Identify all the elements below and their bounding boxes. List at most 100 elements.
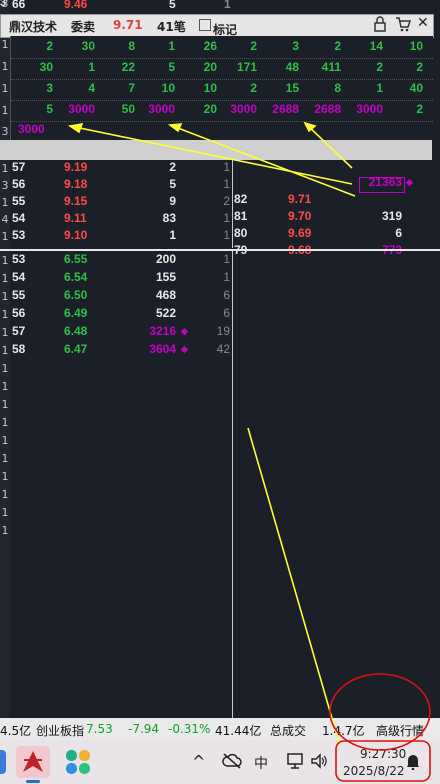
advanced-quotes-button[interactable]: 高级行情 (376, 722, 424, 739)
clock-time[interactable]: 9:27:30 (360, 747, 406, 761)
order-queue-cell[interactable]: 2 (13, 39, 53, 53)
cloud-off-icon[interactable] (222, 752, 242, 774)
left-rail-number: 1 (1, 524, 9, 537)
buy-row[interactable]: 55 6.50 468 6 (0, 288, 232, 306)
order-queue-cell[interactable]: 30 (13, 60, 53, 74)
order-queue-cell[interactable]: 2 (383, 60, 423, 74)
order-queue-cell[interactable]: 2 (383, 102, 423, 116)
left-rail-number: 1 (1, 452, 9, 465)
order-queue-cell[interactable]: 7 (95, 81, 135, 95)
order-queue-cell[interactable]: 10 (383, 39, 423, 53)
notification-icon[interactable] (406, 754, 420, 774)
order-queue-cell[interactable]: 3 (13, 81, 53, 95)
top-row-n: 1 (224, 0, 231, 11)
order-queue-cell[interactable]: 26 (177, 39, 217, 53)
buy-row[interactable]: 56 6.49 522 6 (0, 306, 232, 324)
sell-row[interactable]: 56 9.18 5 1 (0, 177, 232, 194)
order-queue-cell[interactable]: 5 (135, 60, 175, 74)
stock-name: 鼎汉技术 (9, 20, 58, 34)
windows-taskbar: ^ 中 9:27:30 2025/8/22 (0, 740, 440, 784)
row-count: 19 (216, 324, 230, 338)
order-queue-cell[interactable]: 22 (95, 60, 135, 74)
order-queue-cell[interactable]: 2 (343, 60, 383, 74)
row-code: 54 (12, 270, 26, 284)
total-value: 1.4.7亿 (322, 724, 365, 738)
order-queue-cell[interactable]: 4 (55, 81, 95, 95)
row-price: 6.55 (64, 252, 88, 266)
order-queue-cell[interactable]: 8 (301, 81, 341, 95)
order-queue-cell[interactable]: 30 (55, 39, 95, 53)
row-price: 6.49 (64, 306, 88, 320)
order-queue-cell[interactable]: 3000 (55, 102, 95, 116)
sell-row[interactable]: 55 9.15 9 2 (0, 194, 232, 211)
trading-app-icon[interactable] (16, 746, 50, 778)
panel-mode[interactable]: 委卖 (71, 18, 95, 35)
row-code: 80 (234, 226, 248, 240)
butterfly-app-icon[interactable] (64, 748, 92, 780)
close-icon[interactable]: ✕ (417, 15, 429, 31)
left-rail-number: 1 (1, 82, 9, 95)
right-price-row[interactable]: 82 9.71 (232, 192, 440, 209)
volume-icon[interactable] (310, 752, 328, 774)
order-extra-row: 3000 (10, 119, 432, 140)
order-queue-cell[interactable]: 2688 (301, 102, 341, 116)
row-marker-icon: ◆ (181, 344, 188, 354)
order-queue-cell[interactable]: 20 (177, 60, 217, 74)
clock-date[interactable]: 2025/8/22 (343, 764, 405, 778)
right-price-row[interactable]: 81 9.70 319 (232, 209, 440, 226)
cart-icon[interactable] (395, 16, 412, 35)
order-queue-cell[interactable]: 14 (343, 39, 383, 53)
order-queue-cell[interactable]: 171 (217, 60, 257, 74)
order-extra-value: 3000 (18, 122, 45, 136)
right-price-row[interactable]: 21363 ◆ (232, 175, 440, 192)
sell-row[interactable]: 53 9.10 1 1 (0, 228, 232, 245)
chevron-up-icon[interactable]: ^ (192, 752, 205, 771)
order-queue-cell[interactable]: 1 (55, 60, 95, 74)
highlight-volume-box[interactable] (359, 177, 405, 193)
order-queue-cell[interactable]: 40 (383, 81, 423, 95)
order-queue-cell[interactable]: 1 (343, 81, 383, 95)
order-queue-cell[interactable]: 50 (95, 102, 135, 116)
order-count: 41笔 (157, 20, 186, 34)
row-price: 9.71 (288, 192, 312, 206)
order-queue-cell[interactable]: 20 (177, 102, 217, 116)
mark-button[interactable]: 标记 (199, 18, 237, 37)
order-queue-cell[interactable]: 411 (301, 60, 341, 74)
network-icon[interactable] (286, 752, 304, 774)
row-volume: 2 (169, 160, 176, 174)
row-marker-icon: ◆ (181, 326, 188, 336)
buy-row[interactable]: 54 6.54 155 1 (0, 270, 232, 288)
order-queue-cell[interactable]: 2688 (259, 102, 299, 116)
row-code: 58 (12, 342, 26, 356)
buy-row[interactable]: 57 6.48 3216 ◆ 19 (0, 324, 232, 342)
order-queue-cell[interactable]: 48 (259, 60, 299, 74)
app-icon-left[interactable] (0, 750, 6, 774)
right-price-row[interactable]: 80 9.69 6 (232, 226, 440, 243)
index-amount: 41.44亿 (215, 724, 262, 738)
lock-icon[interactable] (373, 16, 387, 35)
buy-row[interactable]: 58 6.47 3604 ◆ 42 (0, 342, 232, 360)
order-queue-cell[interactable]: 2 (301, 39, 341, 53)
order-queue-cell[interactable]: 5 (13, 102, 53, 116)
order-queue-cell[interactable]: 10 (177, 81, 217, 95)
order-queue-cell[interactable]: 3000 (343, 102, 383, 116)
order-queue-cell[interactable]: 2 (217, 39, 257, 53)
order-queue-cell[interactable]: 3000 (135, 102, 175, 116)
index-name[interactable]: 创业板指 (36, 722, 84, 739)
left-rail-number: 1 (1, 38, 9, 51)
order-queue-cell[interactable]: 1 (135, 39, 175, 53)
order-queue-cell[interactable]: 15 (259, 81, 299, 95)
order-queue-cell[interactable]: 10 (135, 81, 175, 95)
order-queue-cell[interactable]: 3 (259, 39, 299, 53)
order-queue-cell[interactable]: 8 (95, 39, 135, 53)
order-queue-cell[interactable]: 3000 (217, 102, 257, 116)
sell-row[interactable]: 57 9.19 2 1 (0, 160, 232, 177)
panel-divider (0, 249, 440, 251)
buy-row[interactable]: 53 6.55 200 1 (0, 252, 232, 270)
sell-row[interactable]: 54 9.11 83 1 (0, 211, 232, 228)
row-volume: 1 (169, 228, 176, 242)
left-rail-number: 1 (1, 488, 9, 501)
order-queue-cell[interactable]: 2 (217, 81, 257, 95)
ime-indicator[interactable]: 中 (254, 753, 268, 773)
index-change: -7.94 (128, 722, 160, 736)
